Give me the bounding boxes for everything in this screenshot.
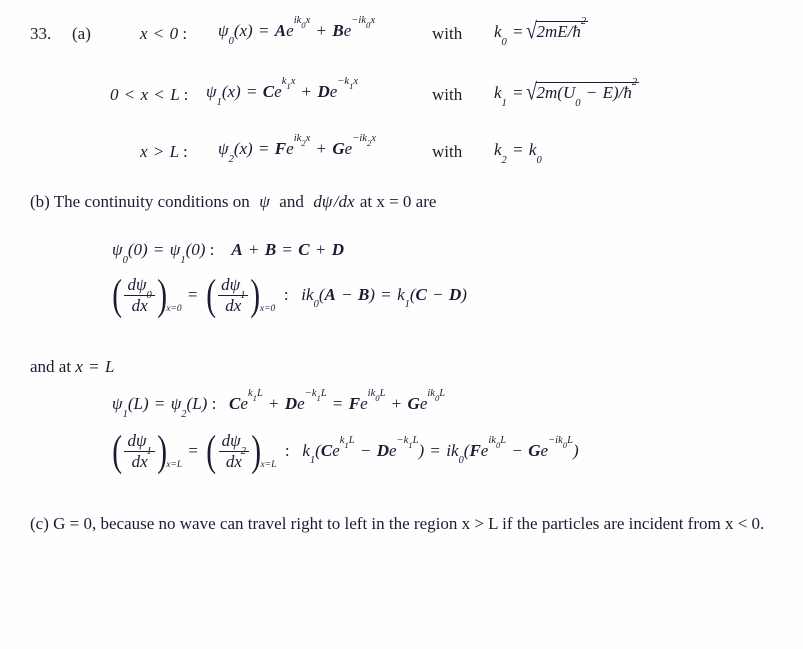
region2-condition: 0 < x < L : — [110, 85, 189, 104]
part-a-label: (a) — [72, 24, 91, 43]
part-b-intro-suffix: at x = 0 are — [359, 192, 437, 211]
region1-wavefunction: ψ0(x) = Aeik0x + Be−ik0x — [218, 14, 375, 47]
region1-condition: x < 0 : — [140, 24, 188, 43]
document-page: 33. (a) x < 0 : ψ0(x) = Aeik0x + Be−ik0x… — [0, 0, 803, 649]
region1-with-label: with — [432, 24, 463, 43]
part-b-intro-prefix: (b) The continuity conditions on — [30, 192, 250, 211]
region2-wavefunction: ψ1(x) = Cek1x + De−k1x — [206, 75, 359, 108]
boundary-eq-psi-at-0: ψ0(0) = ψ1(0) : A + B = C + D — [112, 240, 344, 266]
region3-with-label: with — [432, 142, 463, 161]
region3-condition: x > L : — [140, 142, 188, 161]
part-b-intro-mid: and — [279, 192, 304, 211]
region3-wavefunction: ψ2(x) = Feik2x + Ge−ik2x — [218, 132, 376, 165]
part-c-text: (c) G = 0, because no wave can travel ri… — [30, 514, 765, 533]
boundary-eq-psi-at-L: ψ1(L) = ψ2(L) : Cek1L + De−k1L = Feik0L … — [112, 387, 446, 420]
psi-symbol: ψ — [254, 192, 275, 211]
boundary-eq-derivative-at-L: (dψ1 dx)x=L = (dψ2 dx)x=L : k1(Cek1L − De−… — [112, 427, 579, 476]
region2-with-label: with — [432, 85, 463, 104]
region3-constant: k2 = k0 — [494, 140, 542, 166]
part-b-intro: (b) The continuity conditions on ψ and d… — [30, 192, 436, 212]
region1-constant: k0 = √2mE/ħ2 — [494, 15, 589, 48]
boundary-eq-derivative-at-0: (dψ0 dx)x=0 = (dψ1 dx)x=0 : ik0(A − B) = k… — [112, 271, 467, 320]
problem-number: 33. — [30, 24, 52, 43]
dpsi-dx-symbol: dψ /dx — [309, 192, 355, 211]
and-at-x-equals-L: and at x = L — [30, 357, 115, 376]
region2-constant: k1 = √2m(U0 − E)/ħ2 — [494, 76, 640, 109]
